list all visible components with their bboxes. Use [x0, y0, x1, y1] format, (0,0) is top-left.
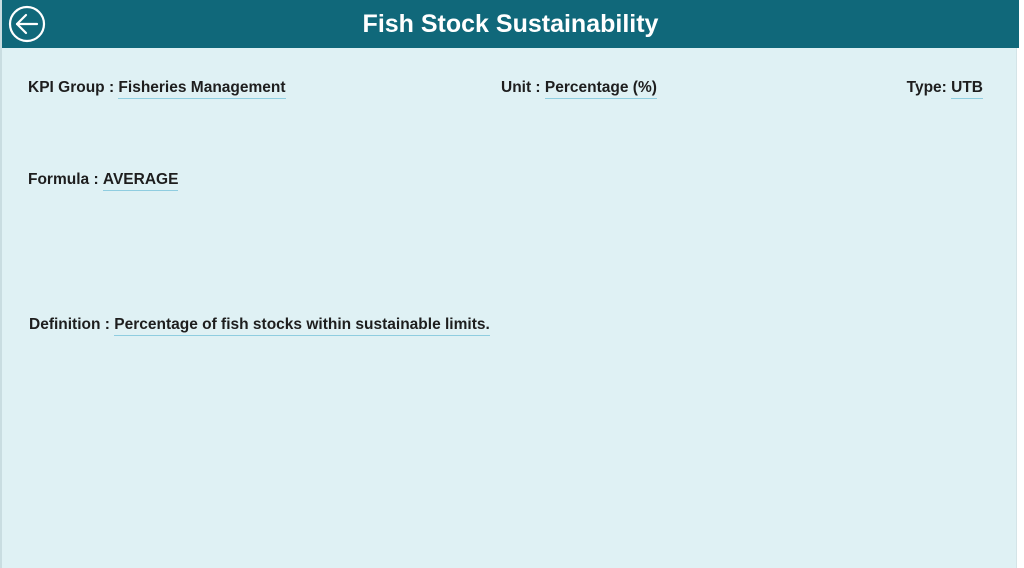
formula-value: AVERAGE: [102, 171, 179, 191]
definition-field: Definition : Percentage of fish stocks w…: [29, 316, 490, 336]
type-label: Type:: [906, 79, 952, 96]
header-bar: Fish Stock Sustainability: [2, 0, 1019, 48]
kpi-group-value: Fisheries Management: [118, 79, 286, 99]
unit-label: Unit :: [501, 79, 545, 96]
kpi-detail-page: Fish Stock Sustainability KPI Group : Fi…: [0, 0, 1019, 568]
type-value: UTB: [951, 79, 983, 99]
formula-label: Formula :: [28, 171, 103, 188]
unit-value: Percentage (%): [544, 79, 657, 99]
kpi-group-field: KPI Group : Fisheries Management: [28, 79, 286, 99]
formula-field: Formula : AVERAGE: [28, 171, 179, 191]
type-field: Type: UTB: [907, 79, 983, 99]
unit-field: Unit : Percentage (%): [501, 79, 657, 99]
definition-value: Percentage of fish stocks within sustain…: [114, 316, 490, 336]
kpi-group-label: KPI Group :: [28, 79, 119, 96]
page-title: Fish Stock Sustainability: [362, 10, 659, 38]
definition-label: Definition :: [29, 316, 115, 333]
